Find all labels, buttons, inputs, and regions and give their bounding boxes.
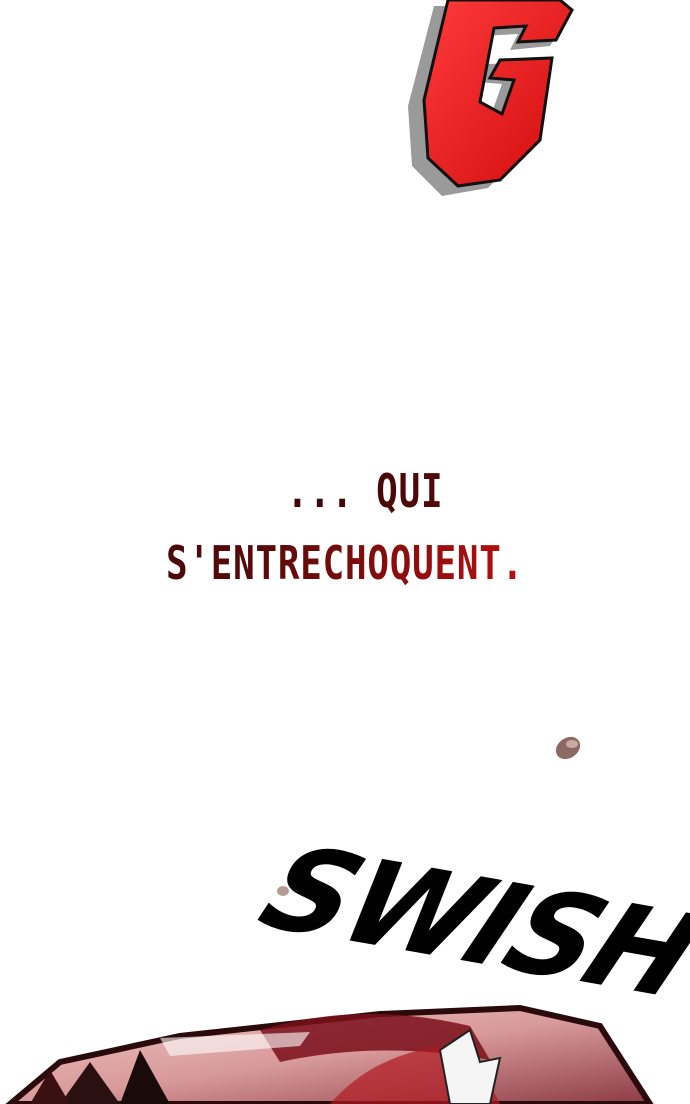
sfx-g-text: G xyxy=(0,0,1,1)
narration-caption: ... QUI S'ENTRECHOQUENT. xyxy=(0,455,690,599)
caption-line-2: S'ENTRECHOQUENT. xyxy=(76,527,614,599)
sfx-g-graphic: G xyxy=(0,0,574,196)
caption-line-1: ... QUI xyxy=(112,455,619,527)
comic-panel: G ... QUI S'ENTRECHOQUENT. SWISH xyxy=(0,0,690,1104)
debris-particle xyxy=(555,736,581,760)
